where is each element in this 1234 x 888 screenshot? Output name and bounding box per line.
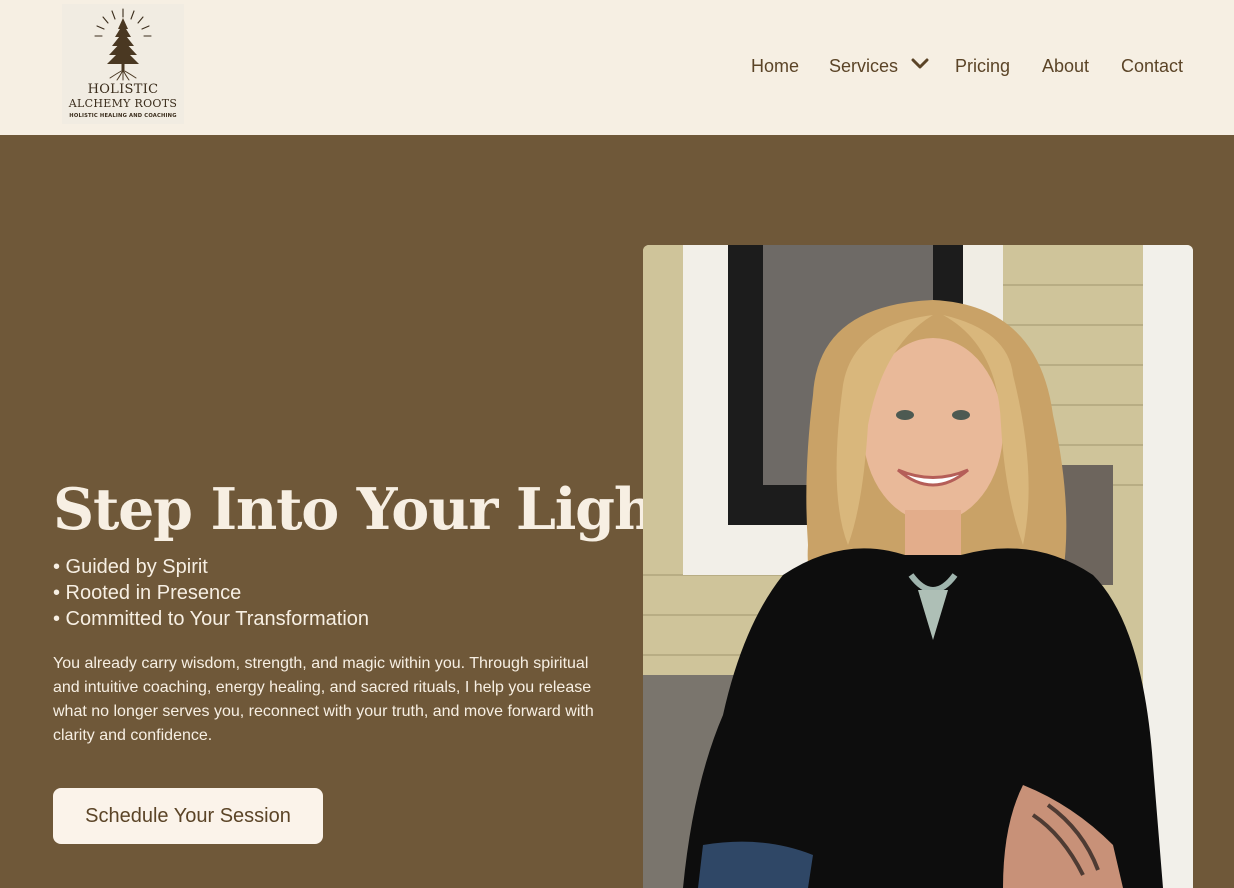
logo-name-line1: HOLISTIC — [87, 82, 159, 97]
nav-about[interactable]: About — [1042, 53, 1089, 79]
hero-title: Step Into Your Light — [53, 476, 680, 543]
schedule-session-button[interactable]: Schedule Your Session — [53, 788, 323, 844]
chevron-down-icon[interactable] — [911, 57, 929, 76]
logo-name-line2: ALCHEMY ROOTS — [68, 97, 178, 110]
site-header: HOLISTIC ALCHEMY ROOTS HOLISTIC HEALING … — [0, 0, 1234, 135]
nav-services[interactable]: Services — [829, 53, 898, 79]
main-nav: Home Services Pricing About Contact — [0, 53, 1234, 79]
logo-tagline: HOLISTIC HEALING AND COACHING — [69, 113, 177, 119]
hero-description: You already carry wisdom, strength, and … — [53, 655, 594, 744]
nav-home[interactable]: Home — [751, 53, 799, 79]
hero-bullet-list: • Guided by Spirit • Rooted in Presence … — [53, 554, 613, 632]
nav-pricing[interactable]: Pricing — [955, 53, 1010, 79]
hero-bullet: • Guided by Spirit — [53, 556, 208, 578]
nav-contact[interactable]: Contact — [1121, 53, 1183, 79]
hero-bullet: • Rooted in Presence — [53, 582, 242, 604]
hero-bullet: • Committed to Your Transformation — [53, 608, 370, 630]
coach-portrait-photo — [643, 245, 1193, 888]
